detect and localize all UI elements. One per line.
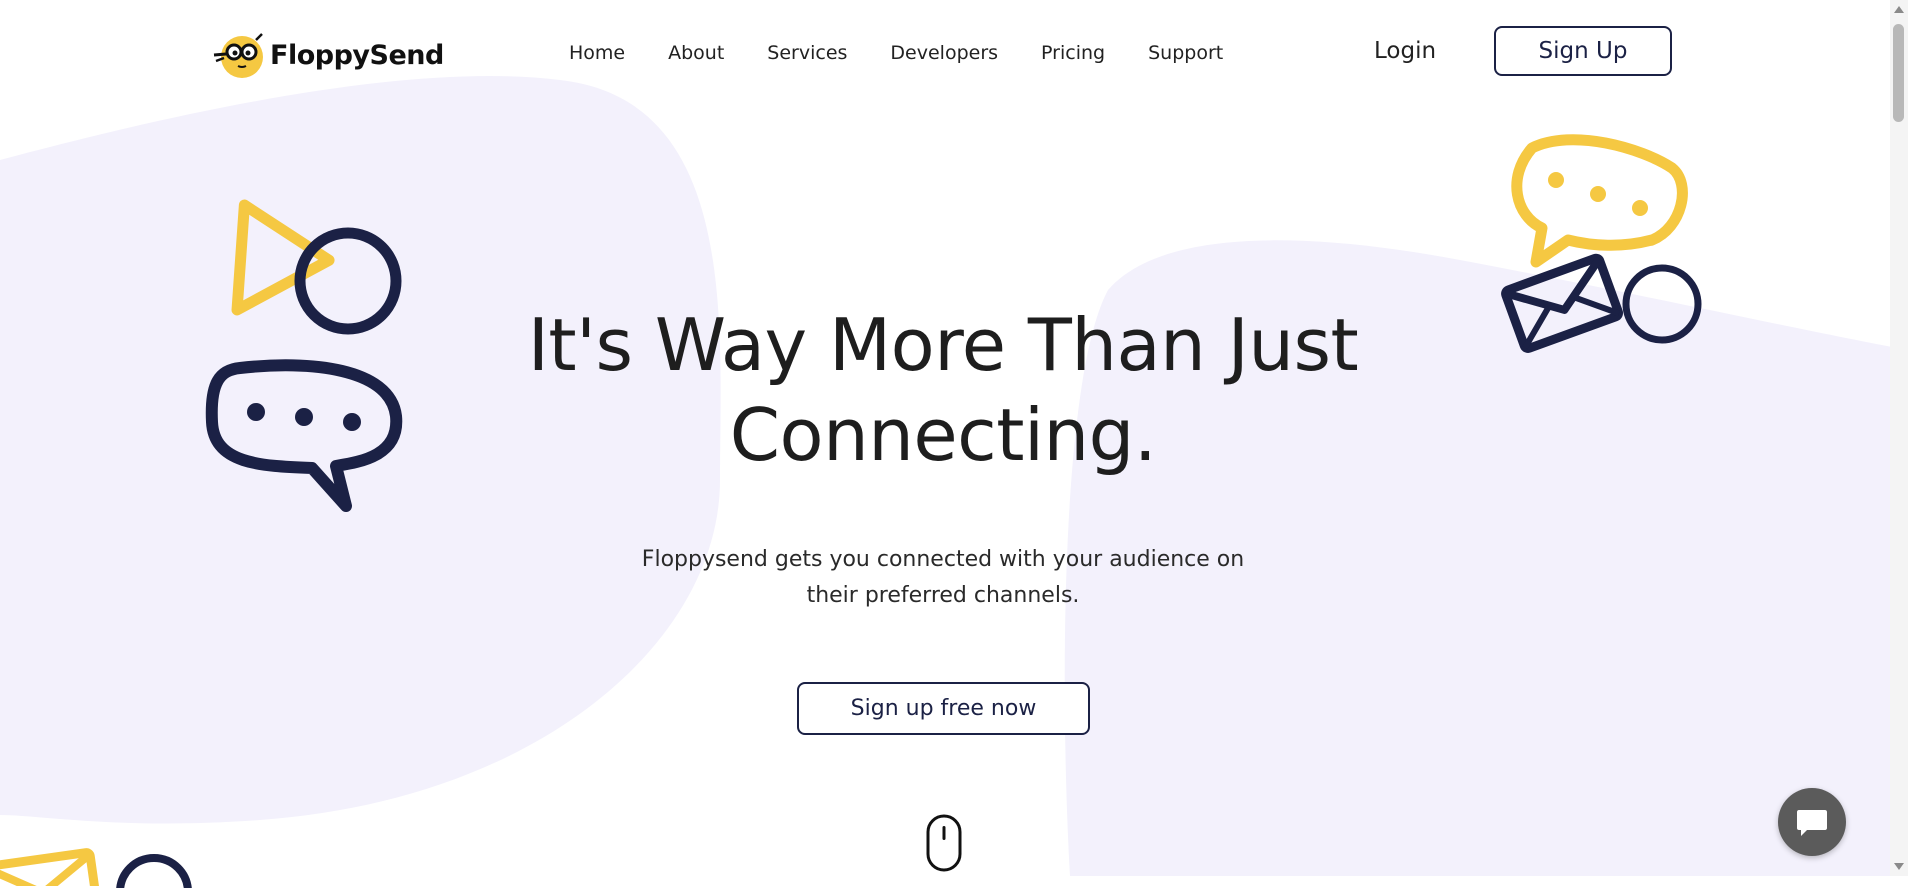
circle-icon bbox=[1622, 264, 1702, 344]
chat-icon bbox=[1797, 810, 1827, 836]
scrollbar-thumb[interactable] bbox=[1893, 24, 1904, 122]
nav-link-about[interactable]: About bbox=[668, 42, 724, 64]
chat-widget-button[interactable] bbox=[1778, 788, 1846, 856]
hero-title-line-1: It's Way More Than Just bbox=[527, 303, 1359, 387]
hero-title: It's Way More Than Just Connecting. bbox=[460, 300, 1426, 480]
signup-button[interactable]: Sign Up bbox=[1494, 26, 1672, 76]
brand-logo[interactable]: FloppySend bbox=[212, 30, 444, 80]
envelope-icon bbox=[1501, 253, 1624, 353]
page-scrollbar[interactable] bbox=[1890, 0, 1908, 876]
scroll-down-arrow-icon[interactable] bbox=[1894, 863, 1904, 870]
signup-free-button[interactable]: Sign up free now bbox=[797, 682, 1090, 735]
envelope-icon bbox=[0, 848, 103, 886]
top-navigation: FloppySend Home About Services Developer… bbox=[0, 0, 1890, 106]
speech-bubble-icon bbox=[205, 359, 403, 512]
hero-subtitle-line-1: Floppysend gets you connected with your … bbox=[641, 547, 1245, 572]
nav-link-services[interactable]: Services bbox=[767, 42, 847, 64]
nav-link-pricing[interactable]: Pricing bbox=[1041, 42, 1105, 64]
hero-subtitle-line-2: their preferred channels. bbox=[806, 583, 1080, 608]
nav-link-support[interactable]: Support bbox=[1148, 42, 1223, 64]
hero-subtitle: Floppysend gets you connected with your … bbox=[640, 542, 1246, 614]
scroll-up-arrow-icon[interactable] bbox=[1894, 6, 1904, 13]
circle-icon bbox=[294, 227, 402, 335]
main-menu: Home About Services Developers Pricing S… bbox=[569, 42, 1223, 64]
floppysend-mascot-icon bbox=[213, 33, 263, 78]
login-link[interactable]: Login bbox=[1374, 38, 1436, 64]
circle-icon bbox=[116, 854, 192, 888]
brand-name: FloppySend bbox=[270, 39, 444, 71]
nav-link-home[interactable]: Home bbox=[569, 42, 625, 64]
mouse-scroll-icon[interactable] bbox=[924, 814, 964, 874]
hero-title-line-2: Connecting. bbox=[729, 393, 1157, 477]
nav-link-developers[interactable]: Developers bbox=[890, 42, 998, 64]
